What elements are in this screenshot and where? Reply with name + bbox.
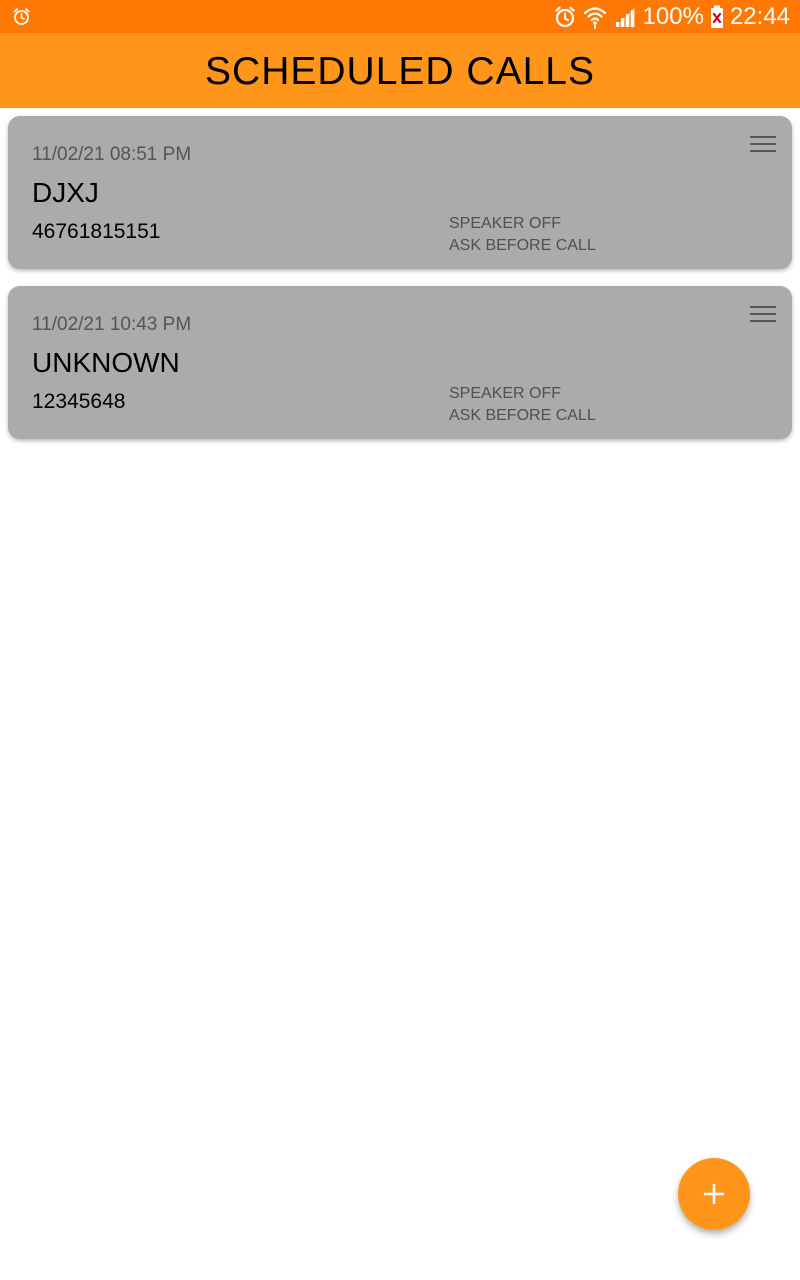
wifi-icon xyxy=(583,4,607,30)
alarm-icon xyxy=(553,5,577,29)
alarm-icon xyxy=(12,7,31,26)
plus-icon xyxy=(703,1183,725,1205)
confirm-setting: ASK BEFORE CALL xyxy=(449,407,596,424)
speaker-setting: SPEAKER OFF xyxy=(449,385,562,402)
cell-signal-icon xyxy=(613,5,637,29)
page-title: SCHEDULED CALLS xyxy=(205,49,595,93)
phone-number: 46761815151 xyxy=(32,220,161,243)
call-datetime: 11/02/21 10:43 PM xyxy=(32,314,192,335)
confirm-setting: ASK BEFORE CALL xyxy=(449,237,596,254)
menu-icon[interactable] xyxy=(750,134,776,156)
add-call-button[interactable] xyxy=(678,1158,750,1230)
phone-number: 12345648 xyxy=(32,390,126,413)
battery-percent: 100% xyxy=(642,3,704,30)
call-datetime: 11/02/21 08:51 PM xyxy=(32,144,192,165)
contact-name: DJXJ xyxy=(32,177,99,208)
app-bar: SCHEDULED CALLS xyxy=(0,33,800,108)
speaker-setting: SPEAKER OFF xyxy=(449,215,562,232)
battery-icon xyxy=(710,5,724,29)
call-card[interactable]: 11/02/21 10:43 PM UNKNOWN 12345648 SPEAK… xyxy=(8,286,792,439)
status-time: 22:44 xyxy=(729,3,790,30)
menu-icon[interactable] xyxy=(750,304,776,326)
call-card[interactable]: 11/02/21 08:51 PM DJXJ 46761815151 SPEAK… xyxy=(8,116,792,269)
contact-name: UNKNOWN xyxy=(32,347,180,378)
status-bar: 100% 22:44 xyxy=(0,0,800,33)
